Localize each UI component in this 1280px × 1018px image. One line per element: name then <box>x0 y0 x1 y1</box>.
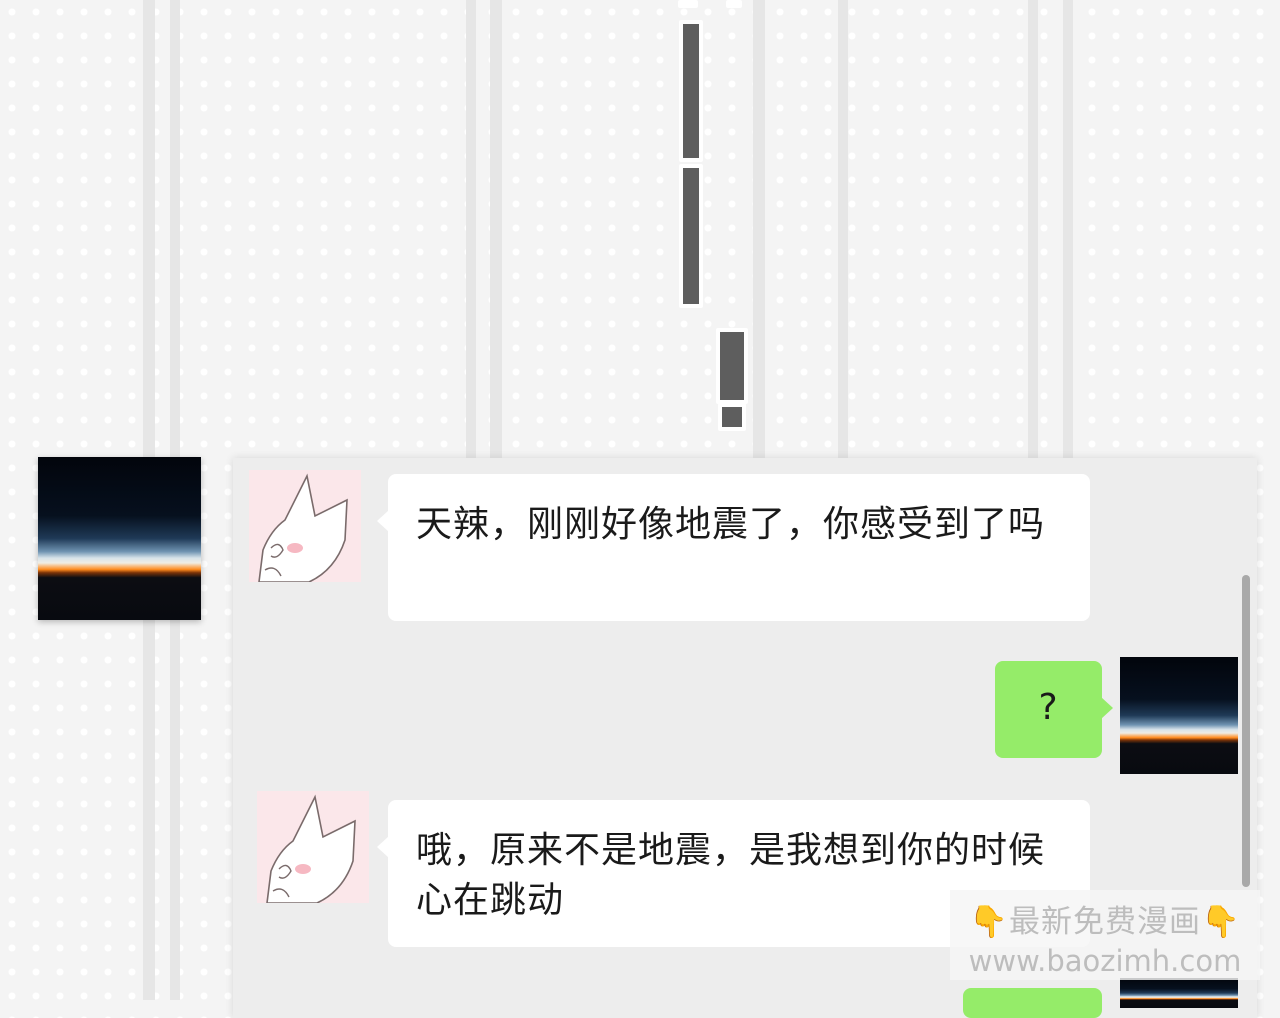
message-text: 天辣，刚刚好像地震了，你感受到了吗 <box>416 504 1046 545</box>
exclamation-mark-bar <box>679 20 703 162</box>
message-bubble[interactable]: 天辣，刚刚好像地震了，你感受到了吗 <box>377 474 1090 621</box>
exclamation-mark-bar <box>679 164 703 308</box>
message-text: ? <box>1038 687 1059 728</box>
cat-avatar[interactable] <box>257 791 369 903</box>
cat-avatar[interactable] <box>249 470 361 582</box>
exclamation-mark-dot <box>718 403 746 431</box>
message-bubble-own-partial[interactable] <box>963 988 1102 1018</box>
watermark: 👇最新免费漫画👇 www.baozimh.com <box>950 890 1260 980</box>
sunset-avatar-own-partial[interactable] <box>1120 978 1238 1008</box>
white-cat-icon <box>258 473 348 582</box>
sunset-avatar <box>38 457 201 620</box>
watermark-line2: www.baozimh.com <box>968 944 1242 978</box>
sunset-avatar-own[interactable] <box>1120 657 1238 774</box>
white-cat-icon <box>266 794 356 903</box>
scrollbar[interactable] <box>1242 575 1250 887</box>
exclamation-mark-bar <box>726 0 742 8</box>
exclamation-mark-bar <box>716 328 748 404</box>
watermark-line1: 👇最新免费漫画👇 <box>969 904 1241 940</box>
message-bubble-own[interactable]: ? <box>995 661 1113 758</box>
exclamation-mark-bar <box>678 0 698 8</box>
